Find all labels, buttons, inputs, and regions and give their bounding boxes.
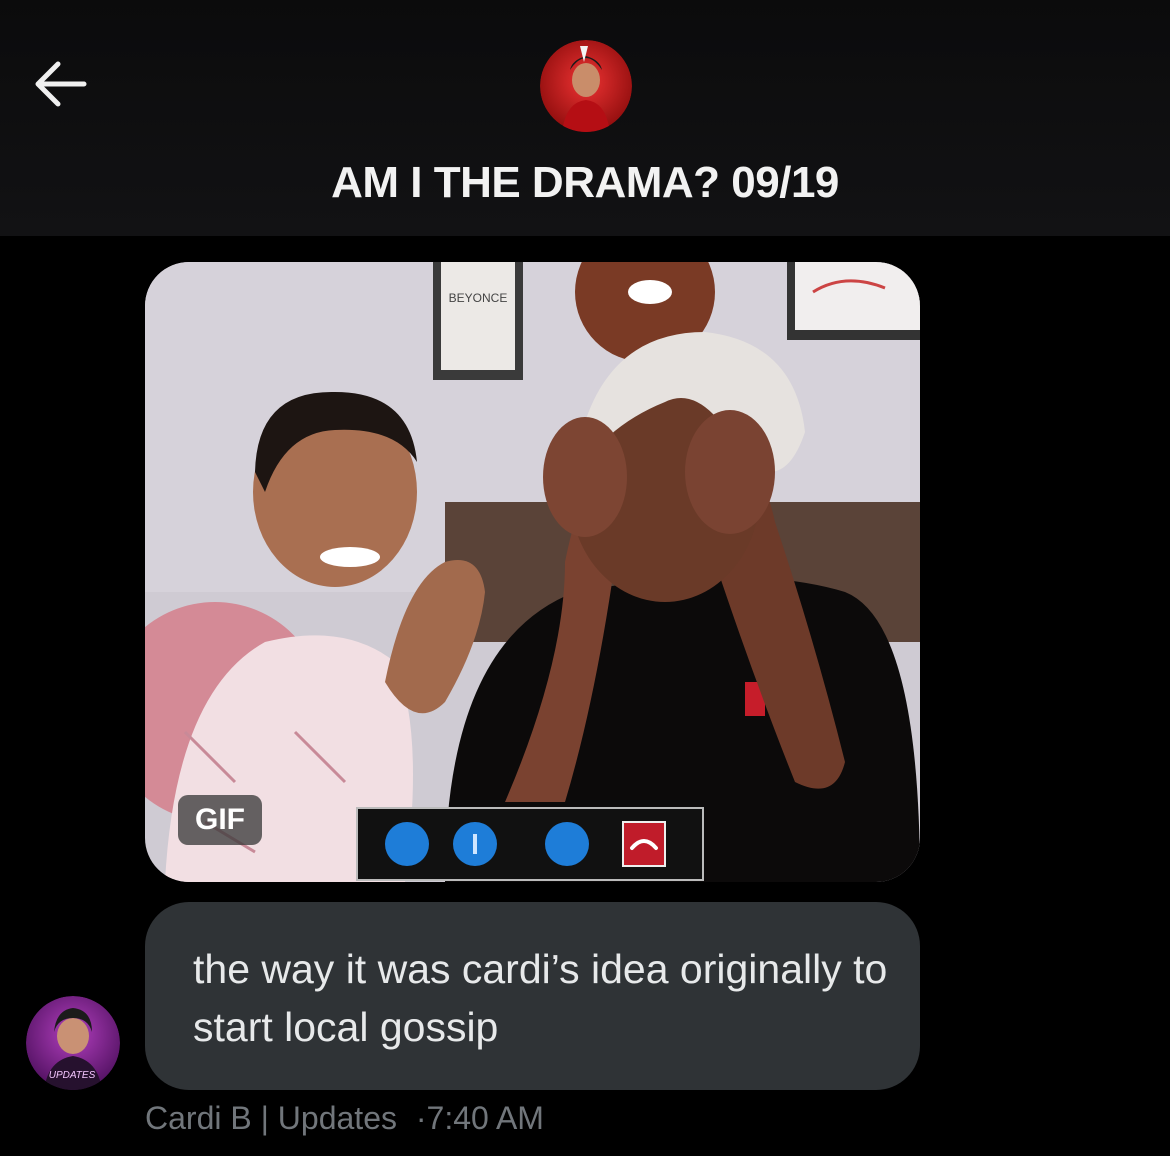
message-text: the way it was cardi’s idea originally t… bbox=[193, 946, 888, 1050]
message-meta: Cardi B | Updates ·7:40 AM bbox=[145, 1100, 544, 1137]
sender-avatar[interactable]: UPDATES bbox=[26, 996, 120, 1090]
end-call-icon bbox=[622, 821, 666, 867]
video-icon bbox=[385, 822, 429, 866]
back-button[interactable] bbox=[30, 58, 90, 110]
sender-name[interactable]: Cardi B | Updates bbox=[145, 1100, 397, 1136]
more-icon bbox=[545, 822, 589, 866]
message-bubble[interactable]: the way it was cardi’s idea originally t… bbox=[145, 902, 920, 1090]
avatar-logo-text: UPDATES bbox=[49, 1070, 96, 1081]
gif-badge: GIF bbox=[178, 795, 262, 845]
conversation-title: AM I THE DRAMA? 09/19 bbox=[331, 158, 839, 207]
gif-media[interactable]: BEYONCE GIF bbox=[145, 262, 920, 882]
poster-text: BEYONCE bbox=[449, 291, 508, 305]
gif-frame: BEYONCE bbox=[145, 262, 920, 882]
conversation-header: AM I THE DRAMA? 09/19 bbox=[0, 0, 1170, 236]
message-time: 7:40 AM bbox=[426, 1100, 544, 1136]
arrow-left-icon bbox=[35, 61, 87, 107]
meta-separator: · bbox=[415, 1100, 427, 1136]
group-avatar[interactable] bbox=[540, 40, 632, 132]
